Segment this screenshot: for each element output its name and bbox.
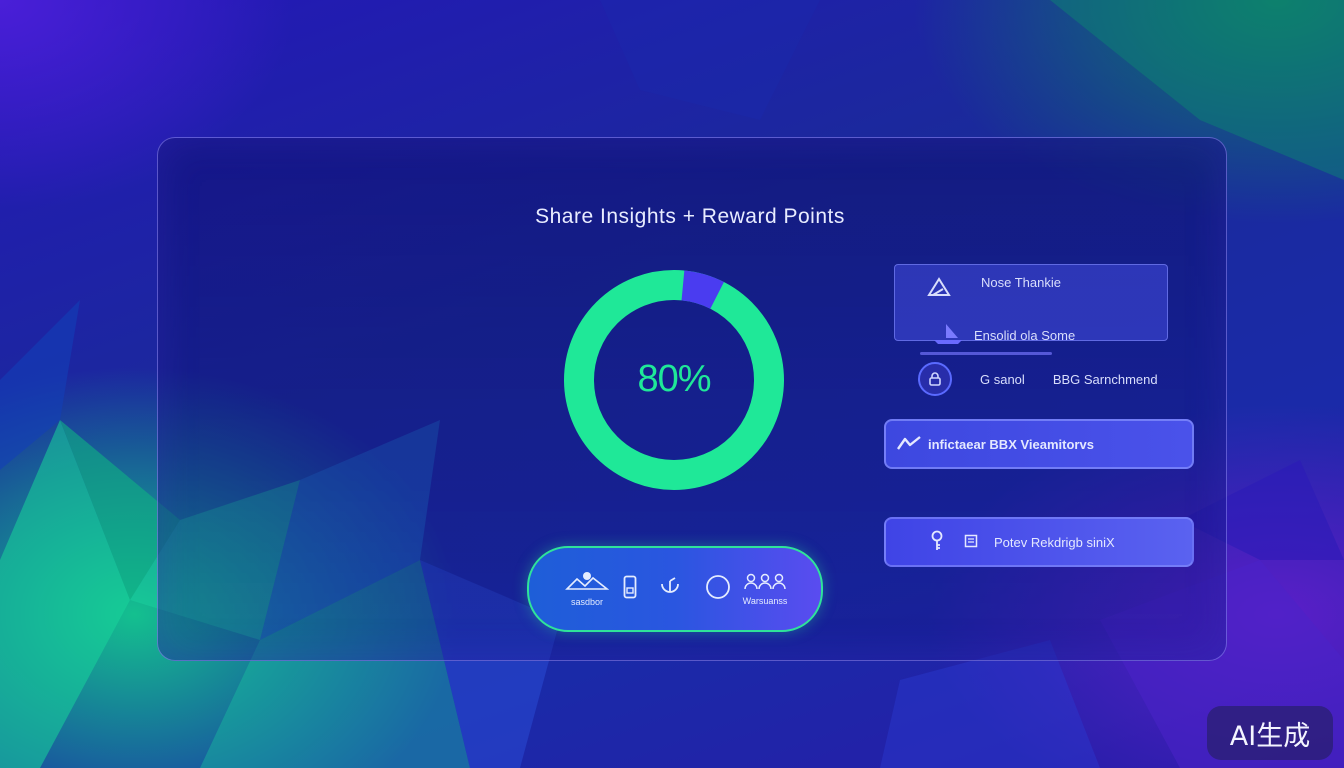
nav-item-people[interactable]: Warsuanss	[739, 548, 791, 630]
security-row[interactable]: G sanol BBG Sarnchmend	[918, 362, 1158, 396]
security-row-label-a: G sanol	[980, 371, 1025, 387]
page-title: Share Insights + Reward Points	[535, 205, 845, 228]
watermark-badge: AI生成	[1207, 706, 1333, 760]
people-icon	[743, 572, 787, 594]
insight-card-label: Nose Thankie	[981, 275, 1061, 290]
device-icon	[623, 575, 637, 603]
nav-caption-1: sasdbor	[570, 597, 604, 607]
key-icon	[930, 530, 944, 555]
insight-row[interactable]: Ensolid ola Some	[930, 320, 1075, 350]
nav-item-device[interactable]	[619, 548, 641, 630]
trend-icon	[896, 434, 922, 455]
lock-icon	[918, 362, 952, 396]
insight-action-label: infictaear BBX Vieamitorvs	[928, 436, 1094, 452]
progress-value: 80%	[637, 358, 711, 400]
circle-icon	[705, 574, 731, 604]
nav-caption-5: Warsuanss	[742, 596, 788, 606]
reward-action-label: Potev Rekdrigb siniX	[994, 534, 1115, 550]
nav-item-leaf[interactable]	[655, 548, 685, 630]
insight-action-button[interactable]: infictaear BBX Vieamitorvs	[884, 419, 1194, 469]
bottom-nav-pill: sasdbor Warsuanss	[527, 546, 823, 632]
insight-row-label: Ensolid ola Some	[974, 327, 1076, 343]
tag-icon	[964, 534, 978, 551]
progress-ring: 80%	[562, 270, 786, 490]
nav-item-landscape[interactable]: sasdbor	[559, 548, 615, 630]
landscape-icon	[565, 571, 610, 595]
leaf-icon	[658, 576, 682, 602]
row-underline	[920, 352, 1052, 355]
sailboat-icon	[930, 322, 966, 349]
nav-item-circle[interactable]	[703, 548, 733, 630]
triangle-icon	[925, 275, 953, 302]
security-row-label-b: BBG Sarnchmend	[1052, 371, 1158, 387]
reward-action-button[interactable]: Potev Rekdrigb siniX	[884, 517, 1194, 567]
